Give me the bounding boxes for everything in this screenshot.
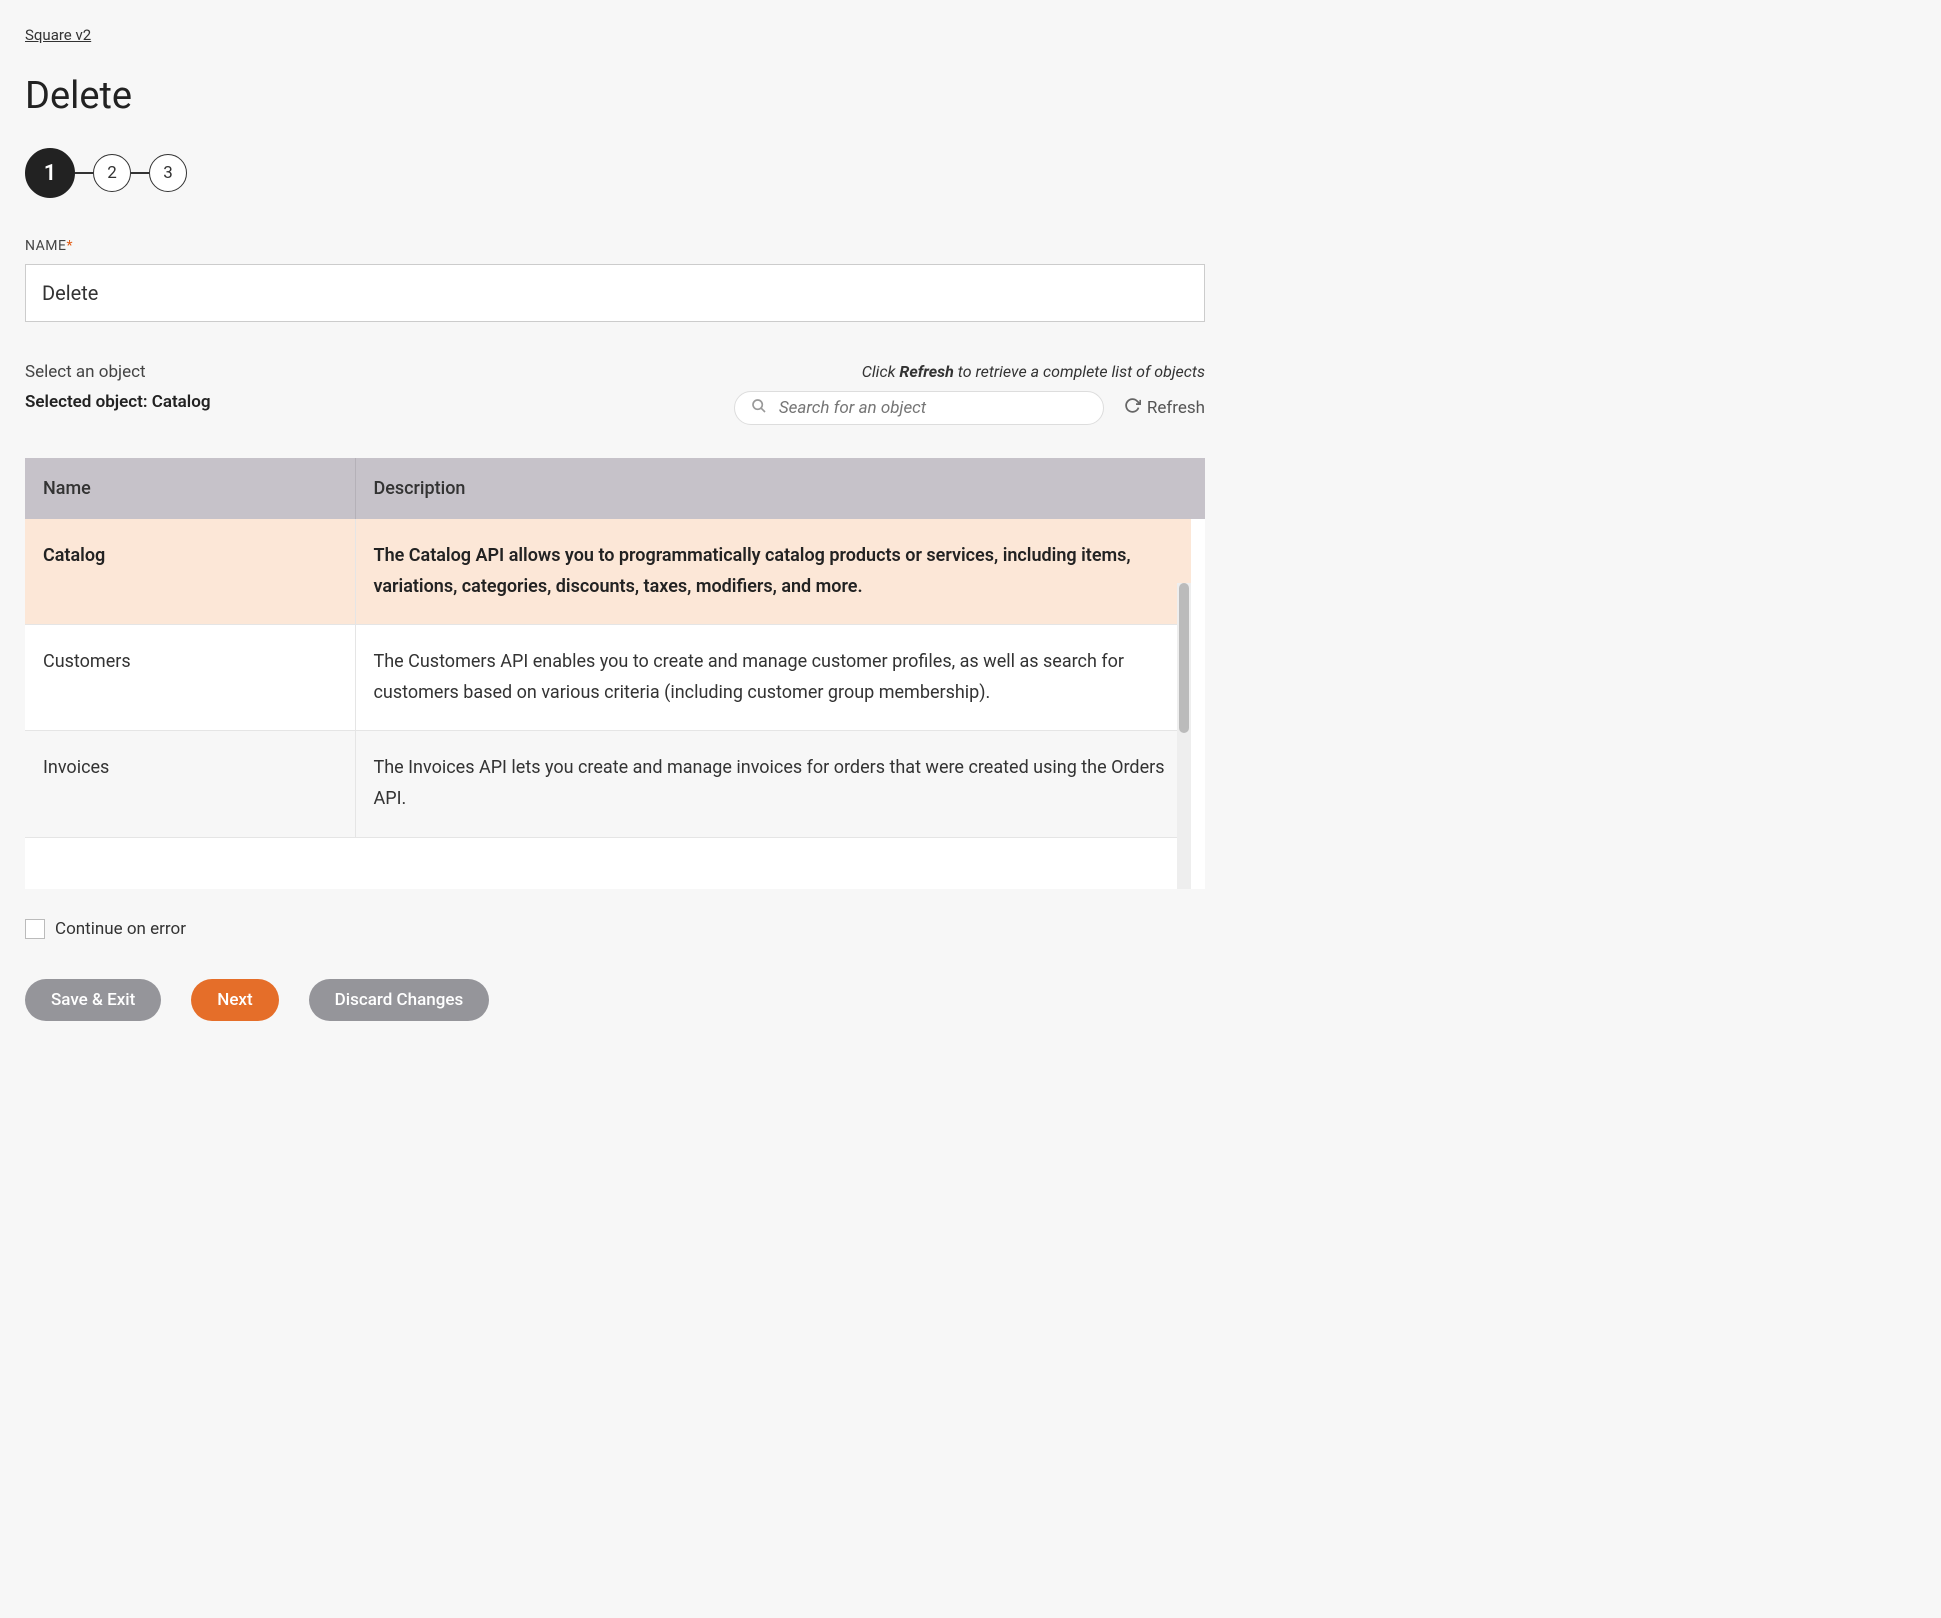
table-row[interactable]: InvoicesThe Invoices API lets you create… xyxy=(25,731,1191,837)
step-3[interactable]: 3 xyxy=(149,154,187,192)
table-row[interactable]: CatalogThe Catalog API allows you to pro… xyxy=(25,519,1191,625)
name-field-label: NAME* xyxy=(25,238,1205,254)
select-object-label: Select an object xyxy=(25,362,734,382)
table-header-description: Description xyxy=(355,458,1205,519)
discard-button[interactable]: Discard Changes xyxy=(309,979,490,1021)
table-scrollbar[interactable] xyxy=(1177,583,1191,889)
cell-description: The Customers API enables you to create … xyxy=(355,625,1191,731)
object-table-wrap: Name Description CatalogThe Catalog API … xyxy=(25,458,1205,889)
table-viewport: CatalogThe Catalog API allows you to pro… xyxy=(25,519,1205,889)
required-marker: * xyxy=(66,238,73,254)
stepper: 1 2 3 xyxy=(25,148,1205,198)
breadcrumb-link[interactable]: Square v2 xyxy=(25,26,91,44)
step-connector xyxy=(75,172,93,174)
refresh-button[interactable]: Refresh xyxy=(1124,397,1205,419)
refresh-icon xyxy=(1124,397,1141,419)
cell-name: Invoices xyxy=(25,731,355,837)
continue-on-error-row: Continue on error xyxy=(25,919,1205,939)
cell-name: Customers xyxy=(25,625,355,731)
step-1[interactable]: 1 xyxy=(25,148,75,198)
refresh-label: Refresh xyxy=(1147,398,1205,418)
object-table: Name Description xyxy=(25,458,1205,519)
object-header: Select an object Selected object: Catalo… xyxy=(25,362,1205,425)
table-header-name: Name xyxy=(25,458,355,519)
page-title: Delete xyxy=(25,74,1205,118)
refresh-hint: Click Refresh to retrieve a complete lis… xyxy=(734,362,1205,381)
step-2[interactable]: 2 xyxy=(93,154,131,192)
selected-object: Selected object: Catalog xyxy=(25,392,734,412)
continue-on-error-checkbox[interactable] xyxy=(25,919,45,939)
table-row[interactable]: CustomersThe Customers API enables you t… xyxy=(25,625,1191,731)
save-exit-button[interactable]: Save & Exit xyxy=(25,979,161,1021)
name-input[interactable] xyxy=(25,264,1205,322)
page-container: Square v2 Delete 1 2 3 NAME* Select an o… xyxy=(25,25,1205,1021)
search-icon xyxy=(751,398,767,418)
table-header-row: Name Description xyxy=(25,458,1205,519)
next-button[interactable]: Next xyxy=(191,979,278,1021)
cell-description: The Catalog API allows you to programmat… xyxy=(355,519,1191,625)
search-input[interactable] xyxy=(779,398,1087,418)
continue-on-error-label: Continue on error xyxy=(55,919,186,939)
scrollbar-thumb[interactable] xyxy=(1179,583,1189,733)
search-box[interactable] xyxy=(734,391,1104,425)
step-connector xyxy=(131,172,149,174)
cell-description: The Invoices API lets you create and man… xyxy=(355,731,1191,837)
cell-name: Catalog xyxy=(25,519,355,625)
button-row: Save & Exit Next Discard Changes xyxy=(25,979,1205,1021)
